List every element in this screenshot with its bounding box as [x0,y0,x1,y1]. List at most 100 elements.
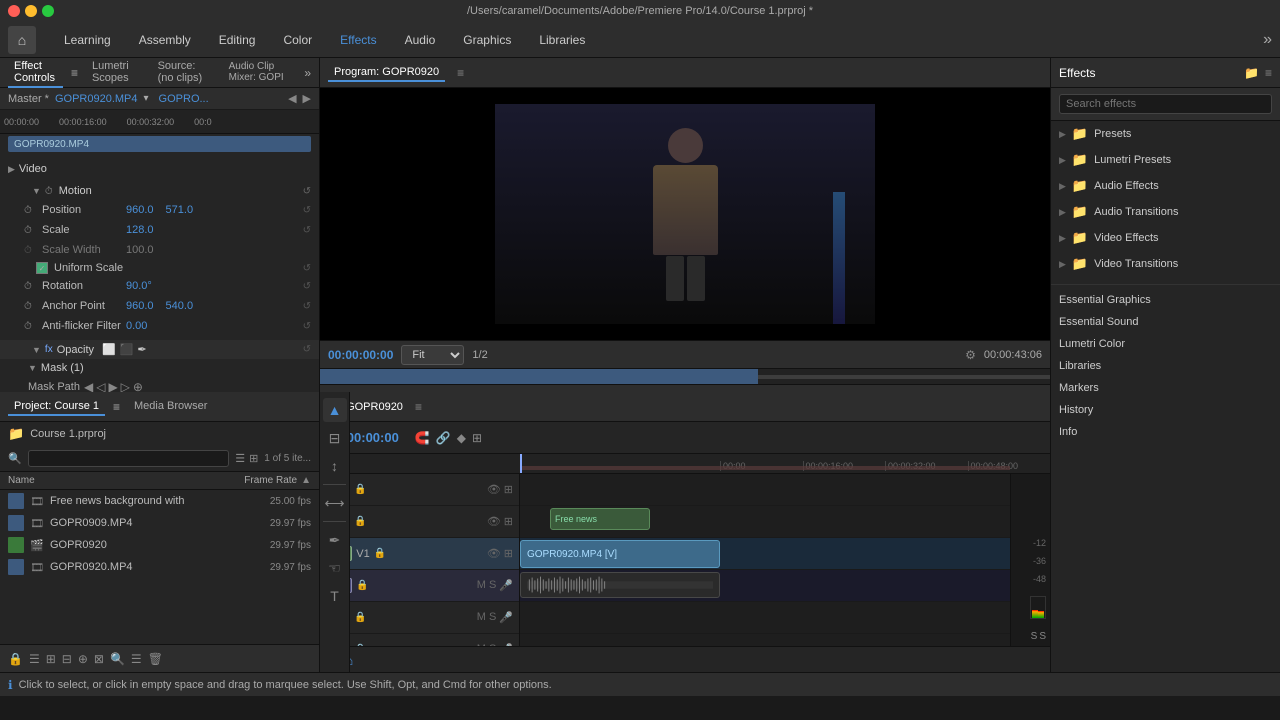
tab-media-browser[interactable]: Media Browser [128,398,213,416]
track-content-v3[interactable] [520,474,1010,506]
track-s-a1[interactable]: S [489,579,496,592]
panel-more-icon[interactable]: » [304,66,311,80]
menu-editing[interactable]: Editing [207,29,268,51]
project-automate-icon[interactable]: ⊠ [94,652,104,666]
timeline-sequence-name[interactable]: GOPR0920 [346,401,403,413]
motion-stopwatch-icon[interactable]: ⏱ [45,186,53,197]
tl-insert-icon[interactable]: ⊞ [472,431,482,445]
navigate-right-icon[interactable]: ▶ [303,92,311,105]
track-mic-a1[interactable]: 🎤 [499,579,513,592]
video-section-header[interactable]: ▶ Video [0,160,319,178]
track-content-a1[interactable] [520,570,1010,602]
track-content-area[interactable]: Free news GOPR0920.MP4 [V] [520,474,1010,646]
track-m-a1[interactable]: M [477,579,486,592]
effects-menu-icon[interactable]: ≡ [1265,66,1272,80]
panel-essential-sound[interactable]: Essential Sound [1051,311,1280,333]
anchor-reset-icon[interactable]: ↺ [303,301,311,312]
clip-gopr0920-audio[interactable] [520,572,720,598]
tool-hand[interactable]: ☜ [323,556,347,580]
tool-track-select[interactable]: ↕ [323,454,347,478]
motion-reset-icon[interactable]: ↺ [303,186,311,197]
menu-audio[interactable]: Audio [393,29,448,51]
project-freeform-icon[interactable]: ⊟ [62,652,72,666]
new-folder-icon[interactable]: 📁 [1244,66,1259,80]
tool-pen[interactable]: ✒ [323,528,347,552]
clip-name-label[interactable]: GOPR0920.MP4 [55,93,138,105]
maximize-window-button[interactable] [42,5,54,17]
track-mute-v2[interactable]: ⊞ [504,515,513,528]
scale-value[interactable]: 128.0 [126,224,154,236]
timeline-playhead[interactable] [520,454,522,473]
track-content-a2[interactable] [520,602,1010,634]
project-col-fps[interactable]: Frame Rate [217,475,297,486]
menu-effects[interactable]: Effects [328,29,388,51]
panel-info[interactable]: Info [1051,421,1280,443]
list-item[interactable]: 🎞 GOPR0909.MP4 29.97 fps [0,512,319,534]
tl-add-marker-icon[interactable]: ◆ [457,431,466,445]
scale-width-value[interactable]: 100.0 [126,244,154,256]
track-mute-v3[interactable]: ⊞ [504,483,513,496]
list-item[interactable]: 🎞 Free news background with 25.00 fps [0,490,319,512]
clip-free-news[interactable]: Free news [550,508,650,530]
project-list-view-icon[interactable]: ☰ [235,452,245,465]
project-menu-icon[interactable]: ≡ [113,400,120,414]
track-eye-v3[interactable]: 👁 [487,483,501,496]
anchor-y-value[interactable]: 540.0 [166,300,194,312]
opacity-blend-icon[interactable]: ⬜ [102,343,116,356]
tab-effect-controls[interactable]: Effect Controls [8,58,63,88]
navigate-left-icon[interactable]: ◀ [288,92,296,105]
clip-name2-label[interactable]: GOPRO... [159,93,209,105]
vol-s2-button[interactable]: S [1039,631,1046,642]
tool-select[interactable]: ▲ [323,398,347,422]
track-lock-v1[interactable]: 🔒 [374,548,386,559]
effects-item-presets[interactable]: ▶ 📁 Presets [1051,121,1280,147]
tool-ripple[interactable]: ⟷ [323,491,347,515]
minimize-window-button[interactable] [25,5,37,17]
scale-stopwatch-icon[interactable]: ⏱ [24,225,38,236]
opacity-blend-icon2[interactable]: ⬛ [120,343,134,356]
track-lock-v2[interactable]: 🔒 [354,516,366,527]
track-s-a2[interactable]: S [489,611,496,624]
opacity-pen-icon[interactable]: ✒ [137,343,146,356]
menu-graphics[interactable]: Graphics [451,29,523,51]
home-button[interactable]: ⌂ [8,26,36,54]
panel-markers[interactable]: Markers [1051,377,1280,399]
project-find-icon[interactable]: 🔍 [110,652,125,666]
project-icon-view-btn[interactable]: ⊞ [46,652,56,666]
panel-libraries[interactable]: Libraries [1051,355,1280,377]
panel-lumetri-color[interactable]: Lumetri Color [1051,333,1280,355]
pm-progress-bar[interactable] [320,368,1050,384]
position-reset-icon[interactable]: ↺ [303,205,311,216]
opacity-reset-icon[interactable]: ↺ [303,344,311,355]
project-list-icon[interactable]: ☰ [29,652,40,666]
position-stopwatch-icon[interactable]: ⏱ [24,205,38,216]
project-sort-icon[interactable]: ▲ [301,475,311,486]
menu-assembly[interactable]: Assembly [127,29,203,51]
menu-libraries[interactable]: Libraries [527,29,597,51]
project-col-name[interactable]: Name [8,475,217,486]
rotation-value[interactable]: 90.0° [126,280,152,292]
track-eye-v2[interactable]: 👁 [487,515,501,528]
panel-history[interactable]: History [1051,399,1280,421]
rotation-stopwatch-icon[interactable]: ⏱ [24,281,38,292]
timeline-ruler[interactable]: 00:00 00:00:16:00 00:00:32:00 00:00:48:0… [320,454,1050,474]
anti-flicker-value[interactable]: 0.00 [126,320,147,332]
scale-reset-icon[interactable]: ↺ [303,225,311,236]
uniform-scale-reset-icon[interactable]: ↺ [303,263,311,274]
project-new-item-icon[interactable]: ☰ [131,652,142,666]
program-monitor-menu-icon[interactable]: ≡ [457,66,464,80]
list-item[interactable]: 🎬 GOPR0920 29.97 fps [0,534,319,556]
project-delete-icon[interactable]: 🗑 [148,652,163,666]
effects-item-lumetri-presets[interactable]: ▶ 📁 Lumetri Presets [1051,147,1280,173]
vol-s-button[interactable]: S [1031,631,1038,642]
position-x-value[interactable]: 960.0 [126,204,154,216]
track-mute-v1[interactable]: ⊞ [504,547,513,560]
project-new-bin-icon[interactable]: 🔒 [8,652,23,666]
uniform-scale-checkbox[interactable]: ✓ [36,262,48,274]
effects-search-input[interactable] [1059,94,1272,114]
clip-gopr0920-video[interactable]: GOPR0920.MP4 [V] [520,540,720,568]
close-window-button[interactable] [8,5,20,17]
project-sort-icon[interactable]: ⊕ [78,652,88,666]
motion-header[interactable]: ▼ ⏱ Motion ↺ [0,182,319,200]
pm-timecode-display[interactable]: 00:00:00:00 [328,348,393,362]
